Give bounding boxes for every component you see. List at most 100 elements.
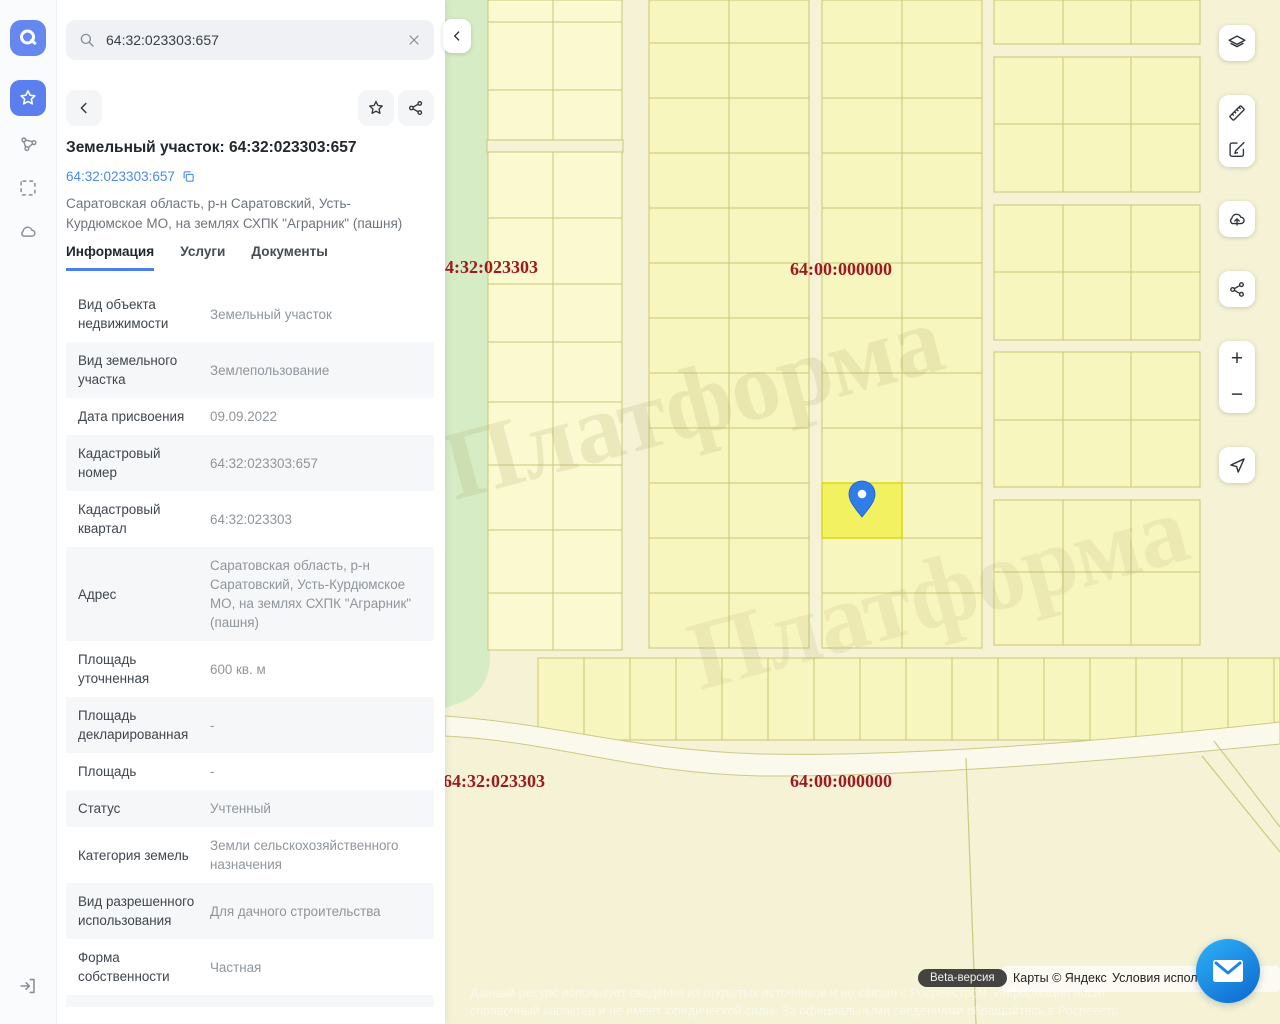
row-label: Категория земель	[78, 847, 189, 863]
navigation-arrow-icon	[1229, 457, 1245, 473]
object-address: Саратовская область, р-н Саратовский, Ус…	[66, 196, 403, 231]
row-value: -	[210, 717, 215, 733]
table-row: Вид разрешенного использования Для дачног…	[66, 883, 434, 939]
ruler-button[interactable]	[1219, 95, 1255, 131]
row-value: Земли сельскохозяйственного назначения	[210, 838, 399, 872]
tab-bar: Информация Услуги Документы	[66, 244, 328, 271]
table-row: Площадь уточненная 600 кв. м	[66, 641, 434, 697]
row-label: Статус	[78, 801, 121, 816]
row-value: 64:32:023303	[210, 511, 292, 527]
tab-services[interactable]: Услуги	[180, 244, 225, 271]
zoom-in-button[interactable]: +	[1219, 341, 1255, 377]
logout-icon	[20, 978, 35, 994]
zoom-control: + −	[1219, 341, 1255, 413]
row-label: Площадь уточненная	[78, 652, 150, 686]
row-value: 64:32:023303:657	[210, 455, 318, 471]
row-label: Кадастровый номер	[78, 446, 161, 480]
collapse-panel-button[interactable]	[443, 19, 471, 53]
tab-information[interactable]: Информация	[66, 244, 155, 271]
map-canvas[interactable]: Платформа Платформа 64:32:023303 64:00:0…	[445, 0, 1280, 1024]
zoom-out-button[interactable]: −	[1219, 377, 1255, 413]
quarter-label: 64:32:023303	[445, 257, 538, 277]
table-row: Кадастровый квартал 64:32:023303	[66, 491, 434, 547]
row-label: Площадь декларированная	[78, 708, 189, 742]
row-value: Для дачного строительства	[210, 903, 381, 919]
app-logo[interactable]	[10, 20, 46, 56]
map-share-button[interactable]	[1219, 271, 1255, 307]
icon-rail	[0, 0, 57, 1024]
clear-search-icon[interactable]	[406, 32, 422, 48]
cloud-upload-icon	[1229, 213, 1245, 226]
row-label: Форма собственности	[78, 950, 170, 984]
dashed-square-icon	[20, 180, 36, 196]
edit-icon	[1229, 141, 1245, 158]
copy-icon[interactable]	[181, 169, 196, 184]
map-copyright: Карты © Яндекс	[1013, 971, 1107, 985]
layers-button[interactable]	[1219, 25, 1255, 61]
star-icon	[20, 90, 36, 105]
quarter-label: 64:00:000000	[790, 259, 892, 279]
row-value: Учтенный	[210, 801, 271, 816]
locate-button[interactable]	[1219, 447, 1255, 483]
page-title: Земельный участок: 64:32:023303:657	[66, 139, 357, 156]
envelope-icon	[1213, 960, 1243, 982]
measure-edit-group	[1219, 95, 1255, 167]
share-icon	[1229, 281, 1244, 297]
row-value: -	[210, 764, 215, 779]
row-value: 09.09.2022	[210, 409, 278, 424]
edit-button[interactable]	[1219, 131, 1255, 167]
details-table: Вид объекта недвижимости Земельный участо…	[66, 286, 434, 1024]
sidebar-item-logout[interactable]	[10, 968, 46, 1004]
row-value: Саратовская область, р-н Саратовский, Ус…	[210, 558, 412, 630]
row-value: Земельный участок	[210, 306, 332, 322]
favorite-button[interactable]	[358, 90, 394, 126]
chat-button[interactable]	[1196, 939, 1260, 1003]
chevron-left-icon	[80, 102, 87, 114]
back-button[interactable]	[66, 90, 102, 126]
detail-panel: Земельный участок: 64:32:023303:657 64:3…	[56, 0, 445, 1024]
sidebar-item-polygon-tool[interactable]	[10, 126, 46, 162]
sidebar-item-favorites[interactable]	[10, 80, 46, 116]
table-row: Категория земель Земли сельскохозяйственн…	[66, 827, 434, 883]
row-label: Вид разрешенного использования	[78, 894, 195, 928]
row-label: Площадь	[78, 764, 137, 779]
row-value: Частная	[210, 959, 262, 975]
map-area[interactable]: Платформа Платформа 64:32:023303 64:00:0…	[445, 0, 1280, 1024]
table-row: Кадастровый номер 64:32:023303:657	[66, 435, 434, 491]
table-row: Вид земельного участка Землепользование	[66, 342, 434, 398]
table-row-partial	[66, 995, 434, 1007]
cadastral-map-app: Земельный участок: 64:32:023303:657 64:3…	[0, 0, 1280, 1024]
table-row: Площадь -	[66, 753, 434, 790]
table-row: Дата присвоения 09.09.2022	[66, 398, 434, 435]
object-actions	[66, 90, 434, 126]
map-disclaimer: справочный характер и не имеет юридическ…	[470, 1004, 1123, 1018]
table-row: Площадь декларированная -	[66, 697, 434, 753]
quarter-label: 64:32:023303	[445, 771, 545, 791]
tab-documents[interactable]: Документы	[251, 244, 327, 271]
table-row: Статус Учтенный	[66, 790, 434, 827]
sidebar-item-area-select[interactable]	[10, 170, 46, 206]
chevron-left-icon	[454, 31, 460, 41]
table-row: Форма собственности Частная	[66, 939, 434, 995]
layers-icon	[1228, 35, 1246, 48]
row-value: Землепользование	[210, 362, 330, 378]
table-row: Адрес Саратовская область, р-н Саратовски…	[66, 547, 434, 641]
table-row: Вид объекта недвижимости Земельный участо…	[66, 286, 434, 342]
share-icon	[409, 101, 423, 115]
logo-icon	[20, 29, 37, 45]
ruler-icon	[1229, 105, 1245, 121]
cloud-icon	[21, 226, 36, 237]
upload-button[interactable]	[1219, 201, 1255, 237]
row-label: Адрес	[78, 586, 117, 602]
share-button[interactable]	[398, 90, 434, 126]
cadastral-number-link[interactable]: 64:32:023303:657	[66, 169, 196, 184]
minus-icon: −	[1230, 383, 1244, 406]
star-outline-icon	[369, 100, 383, 114]
row-label: Дата присвоения	[78, 409, 185, 424]
beta-badge: Beta-версия	[918, 969, 1007, 987]
row-label: Вид объекта недвижимости	[78, 297, 169, 331]
plus-icon: +	[1230, 347, 1244, 370]
sidebar-item-cloud[interactable]	[10, 214, 46, 250]
search-bar	[66, 20, 434, 60]
search-input[interactable]	[104, 31, 398, 49]
